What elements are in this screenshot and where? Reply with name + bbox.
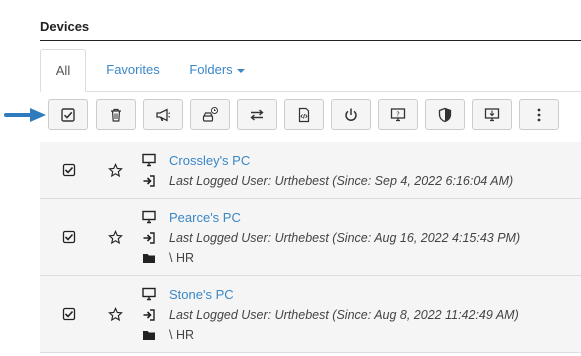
monitor-icon [142,153,156,167]
star-icon[interactable] [108,230,123,245]
checkbox-checked-icon[interactable] [62,307,76,321]
last-logged-user: Last Logged User: Urthebest (Since: Aug … [169,231,521,245]
monitor-help-icon: ? [390,107,406,121]
device-row: Pearce's PC Last Logged User: Urthebest … [40,199,581,276]
checkbox-checked-icon[interactable] [62,163,76,177]
tab-folders-label: Folders [189,62,233,77]
checkbox-checked-icon[interactable] [62,230,76,244]
more-vertical-icon [537,108,541,121]
folder-icon [143,254,155,263]
star-icon[interactable] [108,163,123,178]
star-icon[interactable] [108,307,123,322]
sign-in-icon [143,175,155,187]
device-name-link[interactable]: Crossley's PC [169,153,250,168]
delete-button[interactable] [96,99,136,130]
page-title: Devices [40,19,90,34]
announce-button[interactable] [143,99,183,130]
transfer-button[interactable] [237,99,277,130]
device-tabs: All Favorites Folders [40,49,581,92]
device-folder: \ HR [169,251,194,265]
title-divider [40,40,581,41]
folder-icon [143,331,155,340]
tab-favorites[interactable]: Favorites [98,49,168,91]
monitor-icon [142,210,156,224]
svg-text:?: ? [396,110,400,118]
device-row: Crossley's PC Last Logged User: Urthebes… [40,142,581,199]
tab-folders[interactable]: Folders [186,49,248,91]
sign-in-icon [143,232,155,244]
more-actions-button[interactable] [519,99,559,130]
tabs-divider [40,91,581,92]
security-button[interactable] [425,99,465,130]
shield-icon [438,107,452,122]
device-name-link[interactable]: Stone's PC [169,287,234,302]
device-row: Stone's PC Last Logged User: Urthebest (… [40,276,581,353]
script-icon [298,107,310,122]
last-logged-user: Last Logged User: Urthebest (Since: Sep … [169,174,514,188]
tab-all[interactable]: All [40,49,86,92]
run-script-button[interactable] [284,99,324,130]
transfer-icon [250,108,264,121]
power-icon [345,108,357,121]
download-install-icon [484,107,500,121]
checkbox-icon [61,107,75,122]
megaphone-icon [156,107,171,122]
power-button[interactable] [331,99,371,130]
install-button[interactable] [472,99,512,130]
caret-down-icon [236,68,245,73]
select-all-button[interactable] [48,99,88,130]
monitor-icon [142,287,156,301]
trash-icon [111,108,121,122]
last-logged-user: Last Logged User: Urthebest (Since: Aug … [169,308,519,322]
device-folder: \ HR [169,328,194,342]
scheduled-drive-icon [202,106,218,122]
remote-help-button[interactable]: ? [378,99,418,130]
device-name-link[interactable]: Pearce's PC [169,210,241,225]
scheduled-task-button[interactable] [190,99,230,130]
arrow-right-icon [4,108,46,122]
sign-in-icon [143,309,155,321]
